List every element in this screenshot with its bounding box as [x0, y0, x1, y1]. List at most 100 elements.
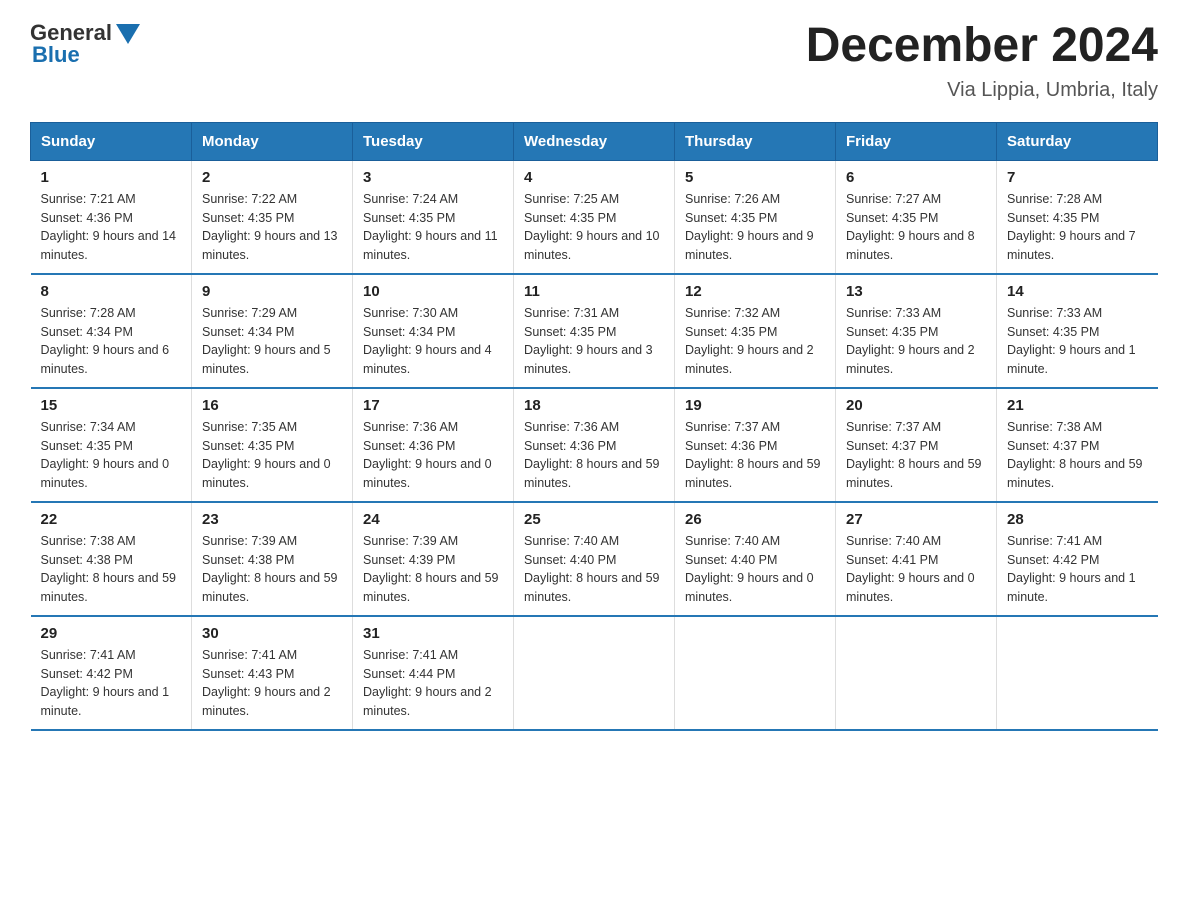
calendar-table: Sunday Monday Tuesday Wednesday Thursday… [30, 122, 1158, 731]
day-info: Sunrise: 7:40 AM Sunset: 4:40 PM Dayligh… [685, 532, 825, 607]
logo-blue-text: Blue [32, 42, 80, 68]
day-number: 15 [41, 397, 182, 414]
day-info: Sunrise: 7:35 AM Sunset: 4:35 PM Dayligh… [202, 418, 342, 493]
calendar-week-row: 22 Sunrise: 7:38 AM Sunset: 4:38 PM Dayl… [31, 502, 1158, 616]
day-info: Sunrise: 7:38 AM Sunset: 4:38 PM Dayligh… [41, 532, 182, 607]
day-number: 2 [202, 169, 342, 186]
table-row: 26 Sunrise: 7:40 AM Sunset: 4:40 PM Dayl… [675, 502, 836, 616]
day-info: Sunrise: 7:28 AM Sunset: 4:35 PM Dayligh… [1007, 190, 1148, 265]
day-number: 24 [363, 511, 503, 528]
table-row: 24 Sunrise: 7:39 AM Sunset: 4:39 PM Dayl… [353, 502, 514, 616]
day-info: Sunrise: 7:41 AM Sunset: 4:42 PM Dayligh… [41, 646, 182, 721]
table-row: 4 Sunrise: 7:25 AM Sunset: 4:35 PM Dayli… [514, 160, 675, 274]
table-row: 3 Sunrise: 7:24 AM Sunset: 4:35 PM Dayli… [353, 160, 514, 274]
header-saturday: Saturday [997, 122, 1158, 160]
day-number: 20 [846, 397, 986, 414]
day-number: 13 [846, 283, 986, 300]
day-number: 5 [685, 169, 825, 186]
day-number: 30 [202, 625, 342, 642]
table-row: 30 Sunrise: 7:41 AM Sunset: 4:43 PM Dayl… [192, 616, 353, 730]
day-info: Sunrise: 7:30 AM Sunset: 4:34 PM Dayligh… [363, 304, 503, 379]
day-info: Sunrise: 7:27 AM Sunset: 4:35 PM Dayligh… [846, 190, 986, 265]
day-number: 31 [363, 625, 503, 642]
day-info: Sunrise: 7:41 AM Sunset: 4:42 PM Dayligh… [1007, 532, 1148, 607]
location-subtitle: Via Lippia, Umbria, Italy [806, 79, 1158, 102]
table-row: 19 Sunrise: 7:37 AM Sunset: 4:36 PM Dayl… [675, 388, 836, 502]
day-number: 18 [524, 397, 664, 414]
day-number: 1 [41, 169, 182, 186]
day-number: 9 [202, 283, 342, 300]
day-number: 7 [1007, 169, 1148, 186]
table-row: 23 Sunrise: 7:39 AM Sunset: 4:38 PM Dayl… [192, 502, 353, 616]
day-number: 29 [41, 625, 182, 642]
day-number: 6 [846, 169, 986, 186]
calendar-week-row: 1 Sunrise: 7:21 AM Sunset: 4:36 PM Dayli… [31, 160, 1158, 274]
day-info: Sunrise: 7:37 AM Sunset: 4:36 PM Dayligh… [685, 418, 825, 493]
day-info: Sunrise: 7:24 AM Sunset: 4:35 PM Dayligh… [363, 190, 503, 265]
day-info: Sunrise: 7:21 AM Sunset: 4:36 PM Dayligh… [41, 190, 182, 265]
table-row: 7 Sunrise: 7:28 AM Sunset: 4:35 PM Dayli… [997, 160, 1158, 274]
day-number: 28 [1007, 511, 1148, 528]
day-number: 8 [41, 283, 182, 300]
header-wednesday: Wednesday [514, 122, 675, 160]
table-row: 20 Sunrise: 7:37 AM Sunset: 4:37 PM Dayl… [836, 388, 997, 502]
day-info: Sunrise: 7:25 AM Sunset: 4:35 PM Dayligh… [524, 190, 664, 265]
table-row: 27 Sunrise: 7:40 AM Sunset: 4:41 PM Dayl… [836, 502, 997, 616]
day-info: Sunrise: 7:41 AM Sunset: 4:43 PM Dayligh… [202, 646, 342, 721]
page-header: General Blue December 2024 Via Lippia, U… [30, 20, 1158, 102]
table-row: 9 Sunrise: 7:29 AM Sunset: 4:34 PM Dayli… [192, 274, 353, 388]
table-row: 14 Sunrise: 7:33 AM Sunset: 4:35 PM Dayl… [997, 274, 1158, 388]
day-number: 19 [685, 397, 825, 414]
table-row: 10 Sunrise: 7:30 AM Sunset: 4:34 PM Dayl… [353, 274, 514, 388]
day-info: Sunrise: 7:40 AM Sunset: 4:40 PM Dayligh… [524, 532, 664, 607]
day-info: Sunrise: 7:39 AM Sunset: 4:39 PM Dayligh… [363, 532, 503, 607]
day-number: 16 [202, 397, 342, 414]
day-info: Sunrise: 7:34 AM Sunset: 4:35 PM Dayligh… [41, 418, 182, 493]
day-info: Sunrise: 7:28 AM Sunset: 4:34 PM Dayligh… [41, 304, 182, 379]
day-info: Sunrise: 7:33 AM Sunset: 4:35 PM Dayligh… [846, 304, 986, 379]
table-row: 8 Sunrise: 7:28 AM Sunset: 4:34 PM Dayli… [31, 274, 192, 388]
day-info: Sunrise: 7:31 AM Sunset: 4:35 PM Dayligh… [524, 304, 664, 379]
header-friday: Friday [836, 122, 997, 160]
table-row: 2 Sunrise: 7:22 AM Sunset: 4:35 PM Dayli… [192, 160, 353, 274]
table-row: 21 Sunrise: 7:38 AM Sunset: 4:37 PM Dayl… [997, 388, 1158, 502]
table-row: 13 Sunrise: 7:33 AM Sunset: 4:35 PM Dayl… [836, 274, 997, 388]
day-number: 23 [202, 511, 342, 528]
day-info: Sunrise: 7:22 AM Sunset: 4:35 PM Dayligh… [202, 190, 342, 265]
table-row: 16 Sunrise: 7:35 AM Sunset: 4:35 PM Dayl… [192, 388, 353, 502]
calendar-week-row: 29 Sunrise: 7:41 AM Sunset: 4:42 PM Dayl… [31, 616, 1158, 730]
table-row [836, 616, 997, 730]
day-number: 21 [1007, 397, 1148, 414]
day-info: Sunrise: 7:26 AM Sunset: 4:35 PM Dayligh… [685, 190, 825, 265]
day-number: 14 [1007, 283, 1148, 300]
header-monday: Monday [192, 122, 353, 160]
calendar-week-row: 15 Sunrise: 7:34 AM Sunset: 4:35 PM Dayl… [31, 388, 1158, 502]
table-row: 29 Sunrise: 7:41 AM Sunset: 4:42 PM Dayl… [31, 616, 192, 730]
day-info: Sunrise: 7:41 AM Sunset: 4:44 PM Dayligh… [363, 646, 503, 721]
table-row: 11 Sunrise: 7:31 AM Sunset: 4:35 PM Dayl… [514, 274, 675, 388]
day-info: Sunrise: 7:39 AM Sunset: 4:38 PM Dayligh… [202, 532, 342, 607]
table-row [675, 616, 836, 730]
table-row: 17 Sunrise: 7:36 AM Sunset: 4:36 PM Dayl… [353, 388, 514, 502]
logo: General Blue [30, 20, 140, 68]
table-row: 5 Sunrise: 7:26 AM Sunset: 4:35 PM Dayli… [675, 160, 836, 274]
day-info: Sunrise: 7:38 AM Sunset: 4:37 PM Dayligh… [1007, 418, 1148, 493]
day-number: 10 [363, 283, 503, 300]
day-info: Sunrise: 7:36 AM Sunset: 4:36 PM Dayligh… [363, 418, 503, 493]
header-sunday: Sunday [31, 122, 192, 160]
day-number: 22 [41, 511, 182, 528]
day-number: 4 [524, 169, 664, 186]
day-info: Sunrise: 7:29 AM Sunset: 4:34 PM Dayligh… [202, 304, 342, 379]
table-row [997, 616, 1158, 730]
table-row: 12 Sunrise: 7:32 AM Sunset: 4:35 PM Dayl… [675, 274, 836, 388]
day-info: Sunrise: 7:36 AM Sunset: 4:36 PM Dayligh… [524, 418, 664, 493]
table-row: 1 Sunrise: 7:21 AM Sunset: 4:36 PM Dayli… [31, 160, 192, 274]
table-row: 22 Sunrise: 7:38 AM Sunset: 4:38 PM Dayl… [31, 502, 192, 616]
table-row: 18 Sunrise: 7:36 AM Sunset: 4:36 PM Dayl… [514, 388, 675, 502]
title-section: December 2024 Via Lippia, Umbria, Italy [806, 20, 1158, 102]
day-info: Sunrise: 7:40 AM Sunset: 4:41 PM Dayligh… [846, 532, 986, 607]
calendar-week-row: 8 Sunrise: 7:28 AM Sunset: 4:34 PM Dayli… [31, 274, 1158, 388]
weekday-header-row: Sunday Monday Tuesday Wednesday Thursday… [31, 122, 1158, 160]
day-number: 17 [363, 397, 503, 414]
table-row: 28 Sunrise: 7:41 AM Sunset: 4:42 PM Dayl… [997, 502, 1158, 616]
